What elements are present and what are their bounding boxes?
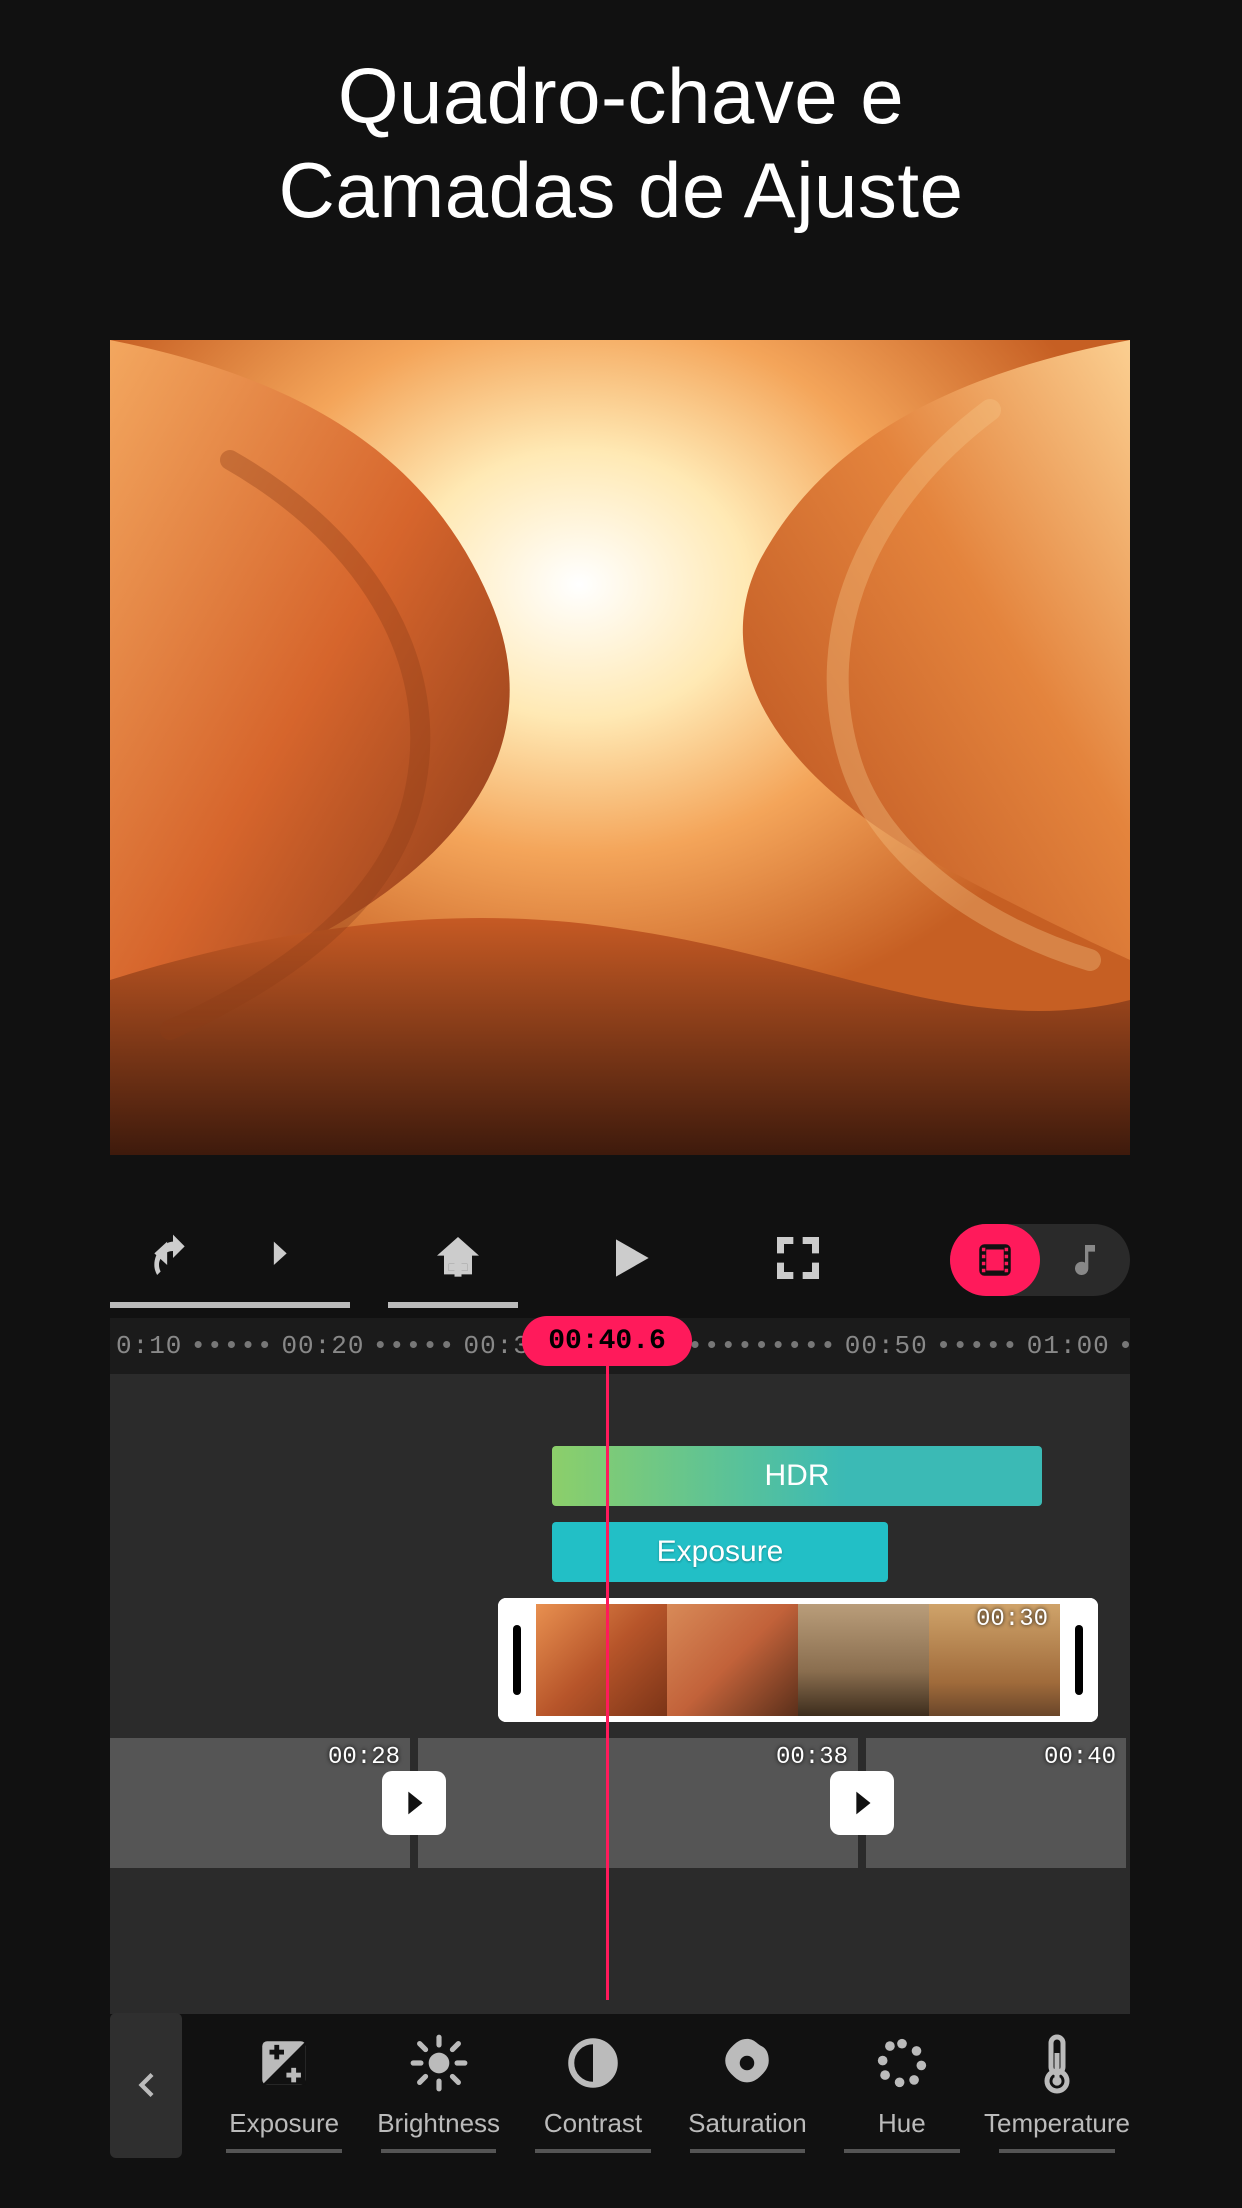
- film-icon: [974, 1239, 1016, 1281]
- track-mode-toggle[interactable]: [950, 1224, 1130, 1296]
- audio-mode-option[interactable]: [1040, 1224, 1130, 1296]
- timeline[interactable]: HDR Exposure 00:30 00:28: [110, 1374, 1130, 2014]
- clip-trim-handle-left[interactable]: [498, 1598, 536, 1722]
- toolbar-underline: [110, 1302, 1130, 1310]
- hue-icon: [873, 2034, 931, 2092]
- transition-button[interactable]: [830, 1771, 894, 1835]
- headline-line2: Camadas de Ajuste: [279, 146, 964, 234]
- video-clip[interactable]: 00:38: [418, 1738, 858, 1868]
- clip-duration: 00:38: [776, 1744, 848, 1771]
- layer-label: Exposure: [657, 1535, 784, 1569]
- adjust-item-temperature[interactable]: Temperature: [984, 2032, 1130, 2139]
- chevron-right-icon: [397, 1786, 431, 1820]
- video-mode-option[interactable]: [950, 1224, 1040, 1296]
- video-track[interactable]: 00:28 00:38 00:40: [110, 1738, 1130, 1868]
- adjust-label: Exposure: [229, 2108, 339, 2139]
- adjust-label: Brightness: [377, 2108, 500, 2139]
- adjust-item-contrast[interactable]: Contrast: [521, 2032, 665, 2139]
- adjust-label: Contrast: [544, 2108, 642, 2139]
- clip-duration: 00:30: [976, 1606, 1048, 1633]
- video-clip[interactable]: 00:28: [110, 1738, 410, 1868]
- ruler-mark: 01:00: [1021, 1331, 1116, 1361]
- chevron-left-icon: [128, 2067, 164, 2103]
- saturation-icon: [718, 2034, 776, 2092]
- playhead-time-bubble[interactable]: 00:40.6: [522, 1316, 692, 1366]
- ruler-mark: 0:10: [110, 1331, 188, 1361]
- editor-toolbar: [110, 1215, 1130, 1305]
- music-icon: [1065, 1240, 1105, 1280]
- redo-icon: [240, 1230, 296, 1286]
- add-home-icon: [430, 1230, 486, 1286]
- adjustment-layer-exposure[interactable]: Exposure: [552, 1522, 888, 1582]
- playhead-line[interactable]: [606, 1360, 609, 2000]
- video-preview[interactable]: [110, 340, 1130, 1155]
- undo-icon: [145, 1230, 201, 1286]
- video-clip[interactable]: 00:40: [866, 1738, 1126, 1868]
- adjust-item-hue[interactable]: Hue: [830, 2032, 974, 2139]
- headline-line1: Quadro-chave e: [338, 52, 904, 140]
- preview-frame-image: [110, 340, 1130, 1155]
- adjust-label: Temperature: [984, 2108, 1130, 2139]
- chevron-right-icon: [845, 1786, 879, 1820]
- ruler-mark: 00:50: [839, 1331, 934, 1361]
- clip-trim-handle-right[interactable]: [1060, 1598, 1098, 1722]
- adjust-label: Saturation: [688, 2108, 807, 2139]
- clip-duration: 00:40: [1044, 1744, 1116, 1771]
- adjust-item-saturation[interactable]: Saturation: [675, 2032, 819, 2139]
- redo-button[interactable]: [240, 1230, 296, 1291]
- selected-video-clip[interactable]: 00:30: [498, 1598, 1098, 1722]
- temperature-icon: [1033, 2032, 1081, 2094]
- adjustment-layer-hdr[interactable]: HDR: [552, 1446, 1042, 1506]
- promo-headline: Quadro-chave e Camadas de Ajuste: [0, 0, 1242, 237]
- adjust-item-exposure[interactable]: Exposure: [212, 2032, 356, 2139]
- layer-label: HDR: [765, 1459, 830, 1493]
- playhead-time: 00:40.6: [548, 1326, 666, 1357]
- exposure-icon: [255, 2034, 313, 2092]
- add-media-button[interactable]: [430, 1230, 486, 1291]
- fullscreen-icon: [770, 1230, 826, 1286]
- adjust-label: Hue: [878, 2108, 926, 2139]
- fullscreen-button[interactable]: [770, 1230, 826, 1291]
- contrast-icon: [564, 2034, 622, 2092]
- clip-duration: 00:28: [328, 1744, 400, 1771]
- back-button[interactable]: [110, 2013, 182, 2158]
- adjust-item-brightness[interactable]: Brightness: [366, 2032, 510, 2139]
- transition-button[interactable]: [382, 1771, 446, 1835]
- play-button[interactable]: [602, 1230, 658, 1291]
- play-icon: [602, 1230, 658, 1286]
- undo-button[interactable]: [145, 1230, 201, 1291]
- adjustment-toolbar: Exposure Brightness Contrast Saturation …: [110, 2010, 1130, 2160]
- brightness-icon: [408, 2032, 470, 2094]
- ruler-mark: 00:20: [275, 1331, 370, 1361]
